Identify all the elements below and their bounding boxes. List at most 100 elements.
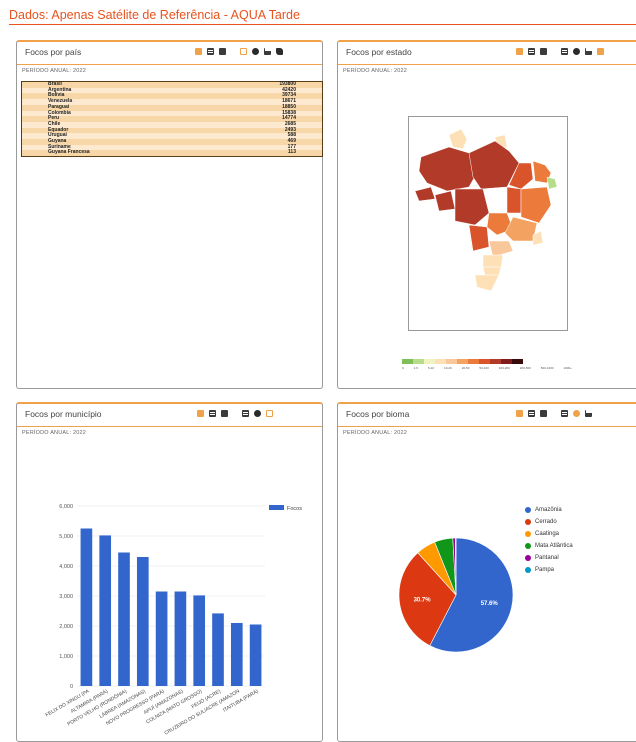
panel-period: PERÍODO ANUAL: 2022	[343, 68, 408, 74]
y-tick-label: 4,000	[59, 564, 73, 570]
legend-label: Caatinga	[535, 531, 560, 537]
title-divider	[9, 24, 636, 25]
legend-label: 200-500	[519, 366, 531, 370]
state-ne2	[546, 176, 558, 190]
bar	[99, 535, 112, 686]
legend-label: Cerrado	[535, 519, 557, 525]
legend-item[interactable]: Caatinga	[525, 528, 573, 540]
panel-period: PERÍODO ANUAL: 2022	[22, 68, 87, 74]
bar	[174, 591, 187, 686]
country-name: Guyana Francesa	[21, 149, 205, 157]
legend-dot	[525, 507, 531, 513]
state-ac	[414, 186, 436, 202]
pie-slice-label: 57.6%	[481, 601, 499, 607]
state-mt	[454, 188, 490, 226]
pie-chart-icon[interactable]	[573, 48, 580, 55]
map-icon[interactable]	[597, 48, 604, 55]
pie-chart-icon[interactable]	[252, 48, 259, 55]
panel-focos-por-pais: Focos por país PERÍODO ANUAL: 2022 Brasi…	[16, 40, 323, 389]
y-tick-label: 0	[70, 684, 73, 690]
legend-label: 5-10	[428, 366, 435, 370]
legend-label: Amazônia	[535, 507, 562, 513]
map-icon[interactable]	[276, 48, 283, 55]
country-table: Brasil 193800 Argentina 42420 Bolívia 39734 Ve…	[21, 81, 323, 158]
panel-focos-por-bioma: Focos por bioma PERÍODO ANUAL: 2022 57.6…	[337, 402, 636, 742]
grid-icon[interactable]	[561, 48, 568, 55]
toolbar-spacer	[231, 48, 235, 55]
legend-label: 1-5	[413, 366, 419, 370]
bar	[212, 613, 224, 686]
brazil-map[interactable]	[408, 116, 568, 331]
state-rr	[448, 128, 468, 150]
legend-item[interactable]: Cerrado	[525, 516, 573, 528]
legend-swatch	[512, 359, 523, 364]
panel-header: Focos por país	[17, 42, 322, 65]
panel-toolbar	[516, 48, 604, 55]
bar-chart-icon[interactable]	[264, 48, 271, 55]
state-ba	[520, 186, 552, 224]
bar	[80, 528, 93, 686]
table-icon[interactable]	[528, 48, 535, 55]
bar-chart: 01,0002,0003,0004,0005,0006,000FELIX DO …	[45, 504, 303, 737]
save-icon[interactable]	[540, 48, 547, 55]
table-icon[interactable]	[207, 48, 214, 55]
legend-label: 10-20	[444, 366, 452, 370]
state-to	[506, 186, 522, 214]
legend-dot	[525, 531, 531, 537]
legend-label: 500-1000	[540, 366, 554, 370]
legend-label: 50-100	[479, 366, 489, 370]
legend-dot	[525, 543, 531, 549]
download-icon[interactable]	[195, 48, 202, 55]
state-rs	[474, 274, 500, 292]
bar	[230, 623, 243, 686]
pie-chart: 57.6% 30.7%	[398, 537, 514, 653]
legend-item[interactable]: Pantanal	[525, 552, 573, 564]
legend-item[interactable]: Pampa	[525, 564, 573, 576]
pie-legend: Amazônia Cerrado Caatinga Mata Atlântica Pan…	[525, 504, 573, 576]
legend-swatch	[468, 359, 479, 364]
grid-icon[interactable]	[240, 48, 247, 55]
bar	[155, 591, 168, 686]
table-row[interactable]: Guyana Francesa 113	[21, 149, 323, 157]
state-sp	[488, 240, 514, 258]
legend-label: Focos	[287, 506, 302, 512]
y-tick-label: 6,000	[59, 504, 73, 510]
save-icon[interactable]	[219, 48, 226, 55]
map-legend-labels: 0 1-5 5-10 10-20 20-50 50-100 100-200 200-500 50…	[402, 366, 582, 370]
bar	[249, 624, 262, 686]
legend-item[interactable]: Amazônia	[525, 504, 573, 516]
legend-label: Pantanal	[535, 555, 559, 561]
y-tick-label: 1,000	[59, 654, 73, 660]
legend-swatch	[501, 359, 512, 364]
state-ro	[434, 190, 456, 212]
map-legend	[402, 359, 523, 364]
state-sc	[482, 266, 502, 276]
state-pr	[482, 254, 504, 268]
country-value: 113	[204, 149, 323, 157]
legend-label: Mata Atlântica	[535, 543, 573, 549]
bar-chart-icon[interactable]	[585, 48, 592, 55]
pie-slice-label: 30.7%	[414, 597, 432, 603]
legend-swatch	[269, 505, 284, 510]
y-tick-label: 5,000	[59, 534, 73, 540]
y-tick-label: 3,000	[59, 594, 73, 600]
legend-item[interactable]: Mata Atlântica	[525, 540, 573, 552]
legend-swatch	[435, 359, 446, 364]
legend-swatch	[446, 359, 457, 364]
bar	[136, 557, 149, 686]
bar	[193, 595, 206, 686]
panel-header: Focos por estado	[338, 42, 636, 65]
bar	[118, 552, 130, 686]
panel-focos-por-municipio: Focos por município PERÍODO ANUAL: 2022 …	[16, 402, 323, 742]
legend-dot	[525, 555, 531, 561]
legend-swatch	[457, 359, 468, 364]
legend-label: 20-50	[461, 366, 470, 370]
legend-label: 0	[402, 366, 404, 370]
download-icon[interactable]	[516, 48, 523, 55]
panel-title: Focos por estado	[346, 47, 412, 57]
legend-swatch	[490, 359, 501, 364]
brazil-map-svg	[414, 128, 558, 292]
panel-toolbar	[195, 48, 283, 55]
legend-swatch	[424, 359, 435, 364]
legend-swatch	[413, 359, 424, 364]
